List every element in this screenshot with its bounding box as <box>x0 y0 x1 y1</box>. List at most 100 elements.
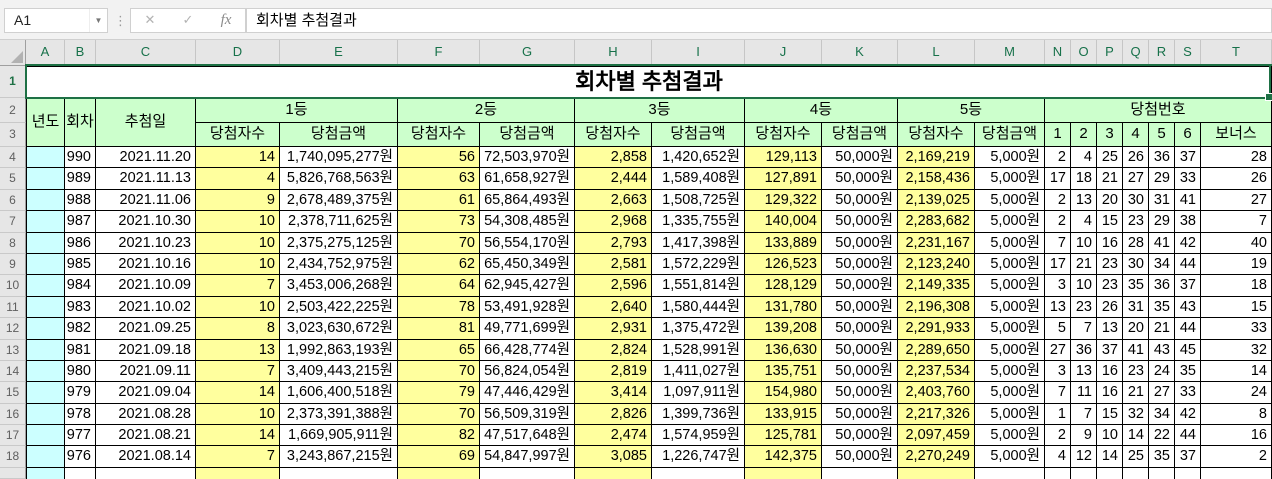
cell-prize[interactable]: 1,097,911원 <box>652 382 745 403</box>
row-header-3[interactable]: 3 <box>0 123 26 147</box>
cell-winners[interactable]: 2,640 <box>575 297 652 318</box>
header-number-1[interactable]: 1 <box>1045 123 1071 147</box>
header-number-2[interactable]: 2 <box>1071 123 1097 147</box>
cell-year[interactable] <box>26 446 65 467</box>
cell-winners[interactable]: 82 <box>398 425 480 446</box>
cell-round[interactable]: 986 <box>65 233 96 254</box>
column-header-F[interactable]: F <box>398 40 480 66</box>
cell-winners[interactable]: 2,158,436 <box>898 168 975 189</box>
cell-prize[interactable]: 56,509,319원 <box>480 404 575 425</box>
header-winning-numbers[interactable]: 당첨번호 <box>1045 98 1272 123</box>
cell-prize[interactable]: 50,000원 <box>822 211 898 232</box>
cell-number[interactable]: 18 <box>1071 168 1097 189</box>
cell-prize[interactable]: 2,678,489,375원 <box>280 190 398 211</box>
cell-winners[interactable]: 2,139,025 <box>898 190 975 211</box>
cell-number[interactable]: 23 <box>1071 297 1097 318</box>
header-prize-amount[interactable]: 당첨금액 <box>280 123 398 147</box>
row-header-4[interactable]: 4 <box>0 147 26 168</box>
cell-clipped[interactable] <box>898 468 975 479</box>
cell-year[interactable] <box>26 168 65 189</box>
cell-number[interactable]: 33 <box>1175 168 1201 189</box>
cell-prize[interactable]: 5,000원 <box>975 168 1045 189</box>
cell-winners[interactable]: 129,322 <box>745 190 822 211</box>
cell-prize[interactable]: 54,847,997원 <box>480 446 575 467</box>
cell-winners[interactable]: 131,780 <box>745 297 822 318</box>
cell-prize[interactable]: 5,000원 <box>975 275 1045 296</box>
cell-prize[interactable]: 3,243,867,215원 <box>280 446 398 467</box>
cell-winners[interactable]: 2,826 <box>575 404 652 425</box>
cell-number[interactable]: 2 <box>1045 425 1071 446</box>
cell-bonus[interactable]: 8 <box>1201 404 1272 425</box>
cell-number[interactable]: 2 <box>1045 211 1071 232</box>
cell-winners[interactable]: 70 <box>398 233 480 254</box>
header-round[interactable]: 회차 <box>65 98 96 147</box>
cell-number[interactable]: 14 <box>1123 425 1149 446</box>
column-header-D[interactable]: D <box>196 40 280 66</box>
cell-prize[interactable]: 1,411,027원 <box>652 361 745 382</box>
cell-winners[interactable]: 2,968 <box>575 211 652 232</box>
cell-winners[interactable]: 63 <box>398 168 480 189</box>
cell-number[interactable]: 7 <box>1071 404 1097 425</box>
cell-winners[interactable]: 133,889 <box>745 233 822 254</box>
cell-winners[interactable]: 2,474 <box>575 425 652 446</box>
row-header-18[interactable]: 18 <box>0 446 26 467</box>
cell-number[interactable]: 26 <box>1097 297 1123 318</box>
cell-number[interactable]: 34 <box>1149 404 1175 425</box>
column-header-S[interactable]: S <box>1175 40 1201 66</box>
row-header-2[interactable]: 2 <box>0 98 26 123</box>
cell-winners[interactable]: 70 <box>398 361 480 382</box>
cell-prize[interactable]: 47,446,429원 <box>480 382 575 403</box>
row-header-13[interactable]: 13 <box>0 340 26 361</box>
header-rank-4[interactable]: 4등 <box>745 98 898 123</box>
cell-number[interactable]: 7 <box>1045 233 1071 254</box>
cell-year[interactable] <box>26 425 65 446</box>
header-rank-5[interactable]: 5등 <box>898 98 1045 123</box>
cell-number[interactable]: 30 <box>1123 190 1149 211</box>
header-number-4[interactable]: 4 <box>1123 123 1149 147</box>
cell-round[interactable]: 980 <box>65 361 96 382</box>
cell-prize[interactable]: 54,308,485원 <box>480 211 575 232</box>
cell-winners[interactable]: 13 <box>196 340 280 361</box>
cell-number[interactable]: 36 <box>1149 147 1175 168</box>
row-header-10[interactable]: 10 <box>0 275 26 296</box>
cell-number[interactable]: 21 <box>1123 382 1149 403</box>
cell-prize[interactable]: 50,000원 <box>822 168 898 189</box>
name-box[interactable]: A1 ▼ <box>4 8 108 33</box>
row-header-15[interactable]: 15 <box>0 382 26 403</box>
cell-prize[interactable]: 50,000원 <box>822 446 898 467</box>
cell-prize[interactable]: 72,503,970원 <box>480 147 575 168</box>
cell-year[interactable] <box>26 318 65 339</box>
cell-prize[interactable]: 1,551,814원 <box>652 275 745 296</box>
cell-prize[interactable]: 1,528,991원 <box>652 340 745 361</box>
cell-number[interactable]: 23 <box>1097 254 1123 275</box>
row-header-partial[interactable] <box>0 468 26 479</box>
cell-winners[interactable]: 2,217,326 <box>898 404 975 425</box>
cell-winners[interactable]: 7 <box>196 361 280 382</box>
cell-number[interactable]: 36 <box>1149 275 1175 296</box>
cell-number[interactable]: 5 <box>1045 318 1071 339</box>
cell-number[interactable]: 7 <box>1071 318 1097 339</box>
cell-date[interactable]: 2021.11.06 <box>96 190 196 211</box>
cell-bonus[interactable]: 14 <box>1201 361 1272 382</box>
header-winners-count[interactable]: 당첨자수 <box>745 123 822 147</box>
cell-number[interactable]: 31 <box>1149 190 1175 211</box>
cell-number[interactable]: 20 <box>1097 190 1123 211</box>
cell-winners[interactable]: 2,931 <box>575 318 652 339</box>
title-cell[interactable]: 회차별 추첨결과 <box>26 66 1272 98</box>
cell-prize[interactable]: 65,450,349원 <box>480 254 575 275</box>
cell-date[interactable]: 2021.11.13 <box>96 168 196 189</box>
cell-winners[interactable]: 7 <box>196 446 280 467</box>
cell-date[interactable]: 2021.09.25 <box>96 318 196 339</box>
cell-year[interactable] <box>26 147 65 168</box>
cell-number[interactable]: 31 <box>1123 297 1149 318</box>
cell-number[interactable]: 13 <box>1071 361 1097 382</box>
cell-prize[interactable]: 2,503,422,225원 <box>280 297 398 318</box>
cell-winners[interactable]: 14 <box>196 147 280 168</box>
cell-prize[interactable]: 50,000원 <box>822 361 898 382</box>
cell-number[interactable]: 37 <box>1175 147 1201 168</box>
cell-winners[interactable]: 139,208 <box>745 318 822 339</box>
cell-bonus[interactable]: 40 <box>1201 233 1272 254</box>
cell-prize[interactable]: 53,491,928원 <box>480 297 575 318</box>
header-number-3[interactable]: 3 <box>1097 123 1123 147</box>
cell-winners[interactable]: 79 <box>398 382 480 403</box>
